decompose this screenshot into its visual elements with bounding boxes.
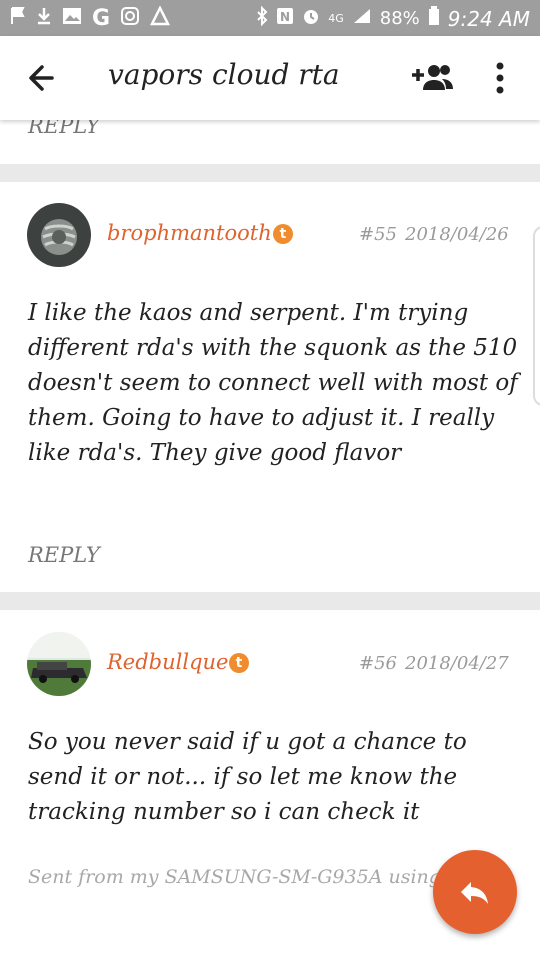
tapatalk-badge-icon: t <box>229 653 249 673</box>
back-arrow-icon[interactable] <box>26 58 62 98</box>
post-body: So you never said if u got a chance to s… <box>28 729 467 825</box>
bluetooth-icon <box>256 5 268 32</box>
reply-arrow-icon <box>461 882 488 904</box>
flag-icon <box>10 6 26 32</box>
notification-icons: G <box>10 5 171 32</box>
status-bar: G N 4G 88% 9:24 AM <box>0 0 540 36</box>
more-options-icon[interactable] <box>492 58 508 98</box>
post-date: 2018/04/27 <box>405 653 509 674</box>
reply-fab-button[interactable] <box>433 850 517 934</box>
post-divider <box>0 164 540 182</box>
post-signature: Sent from my SAMSUNG-SM-G935A using Ta <box>28 866 470 888</box>
add-user-icon[interactable] <box>410 58 456 98</box>
clock: 9:24 AM <box>447 7 530 31</box>
post-author[interactable]: Redbullque <box>107 650 228 674</box>
lte-icon: 4G <box>328 12 344 25</box>
app-toolbar: vapors cloud rta <box>0 36 540 120</box>
avatar[interactable] <box>27 203 91 267</box>
tapatalk-badge-icon: t <box>273 224 293 244</box>
scroll-handle[interactable] <box>533 226 540 406</box>
alarm-icon <box>302 7 320 31</box>
post-number: #56 <box>359 653 397 674</box>
thread-title: vapors cloud rta <box>108 58 340 91</box>
post-body: I like the kaos and serpent. I'm trying … <box>28 300 518 466</box>
battery-icon <box>428 6 440 32</box>
tapatalk-icon <box>150 5 171 32</box>
google-icon: G <box>92 6 111 31</box>
instagram-icon <box>120 6 140 32</box>
post-author[interactable]: brophmantooth <box>107 221 272 245</box>
reply-button[interactable]: REPLY <box>28 543 100 567</box>
image-icon <box>62 6 82 32</box>
post-number: #55 <box>359 224 397 245</box>
nfc-icon: N <box>276 7 294 31</box>
battery-percent: 88% <box>379 8 420 29</box>
signal-icon <box>352 7 372 31</box>
avatar[interactable] <box>27 632 91 696</box>
post-divider <box>0 592 540 610</box>
svg-text:N: N <box>280 10 290 24</box>
system-indicators: N 4G 88% 9:24 AM <box>256 5 530 32</box>
download-icon <box>36 6 52 32</box>
post-date: 2018/04/26 <box>405 224 509 245</box>
